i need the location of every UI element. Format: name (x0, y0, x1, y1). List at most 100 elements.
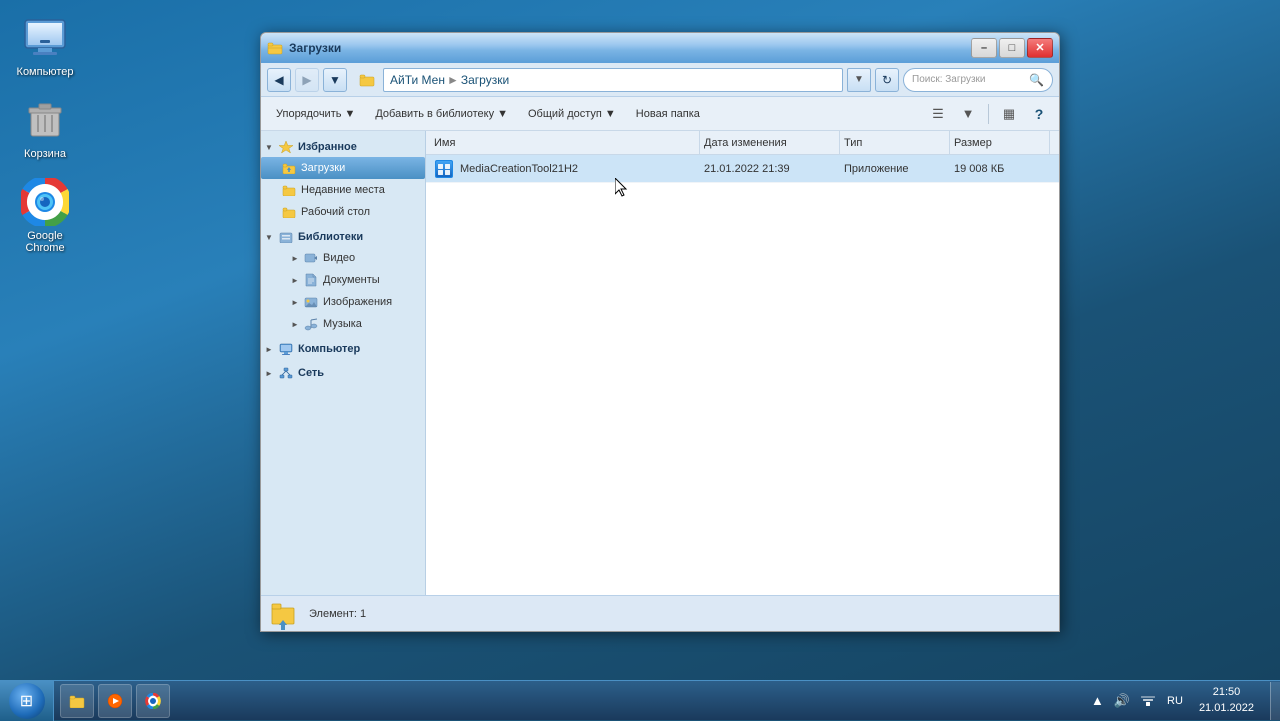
col-header-date[interactable]: Дата изменения (700, 131, 840, 154)
file-app-icon (434, 159, 454, 179)
toolbar-separator (988, 104, 989, 124)
recent-locations-button[interactable]: ▼ (323, 68, 347, 92)
maximize-button[interactable]: □ (999, 38, 1025, 58)
address-bar: ◀ ▶ ▼ АйТи Мен ► Загрузки ▼ ↻ Поиск: Заг… (261, 63, 1059, 97)
add-to-library-button[interactable]: Добавить в библиотеку ▼ (366, 101, 517, 127)
recent-icon (281, 182, 297, 198)
file-date-cell: 21.01.2022 21:39 (700, 163, 840, 175)
docs-icon (303, 272, 319, 288)
system-tray: ▲ 🔊 RU 21:50 21.01.2022 (1080, 681, 1270, 720)
images-icon (303, 294, 319, 310)
taskbar-item-explorer[interactable] (60, 684, 94, 718)
start-button[interactable] (0, 681, 54, 721)
taskbar: ▲ 🔊 RU 21:50 21.01.2022 (0, 680, 1280, 720)
sidebar-item-music[interactable]: ► Музыка (261, 313, 425, 335)
desktop-icons: Компьютер Корзина (10, 10, 80, 258)
tray-language[interactable]: RU (1163, 693, 1187, 709)
sidebar-item-recent[interactable]: Недавние места (261, 179, 425, 201)
downloads-label: Загрузки (301, 162, 345, 174)
preview-pane-button[interactable]: ▦ (995, 101, 1023, 127)
main-area: ▼ Избранное (261, 131, 1059, 595)
address-path[interactable]: АйТи Мен ► Загрузки (383, 68, 843, 92)
forward-button[interactable]: ▶ (295, 68, 319, 92)
taskbar-item-chrome[interactable] (136, 684, 170, 718)
libraries-expand-icon: ▼ (265, 233, 275, 242)
column-headers: Имя Дата изменения Тип Размер (426, 131, 1059, 155)
explorer-window: Загрузки – □ ✕ ◀ ▶ ▼ АйТи Мен ► (260, 32, 1060, 632)
search-placeholder: Поиск: Загрузки (912, 74, 986, 85)
recycle-icon (21, 96, 69, 144)
window-controls: – □ ✕ (971, 38, 1053, 58)
show-desktop-button[interactable] (1270, 682, 1280, 720)
file-name: MediaCreationTool21H2 (460, 163, 578, 175)
col-header-size[interactable]: Размер (950, 131, 1050, 154)
share-dropdown-icon: ▼ (605, 108, 616, 120)
nav-pane: ▼ Избранное (261, 131, 426, 595)
back-button[interactable]: ◀ (267, 68, 291, 92)
video-icon (303, 250, 319, 266)
refresh-button[interactable]: ↻ (875, 68, 899, 92)
view-list-button[interactable]: ☰ (924, 101, 952, 127)
col-header-type[interactable]: Тип (840, 131, 950, 154)
network-header[interactable]: ► Сеть (261, 363, 425, 383)
organize-button[interactable]: Упорядочить ▼ (267, 101, 364, 127)
tray-clock[interactable]: 21:50 21.01.2022 (1191, 683, 1262, 718)
music-expand-icon: ► (291, 320, 301, 329)
tray-volume-icon[interactable]: 🔊 (1111, 691, 1133, 711)
video-expand-icon: ► (291, 254, 301, 263)
chrome-icon-label: Google Chrome (14, 230, 76, 254)
taskbar-media-icon (107, 693, 123, 709)
taskbar-items (54, 681, 1080, 720)
tray-network-icon[interactable] (1137, 691, 1159, 711)
favorites-header[interactable]: ▼ Избранное (261, 137, 425, 157)
view-dropdown-button[interactable]: ▼ (954, 101, 982, 127)
recent-label: Недавние места (301, 184, 385, 196)
tray-show-hidden-icon[interactable]: ▲ (1088, 691, 1107, 710)
desktop-icon-chrome[interactable]: Google Chrome (10, 174, 80, 258)
table-row[interactable]: MediaCreationTool21H2 21.01.2022 21:39 П… (426, 155, 1059, 183)
docs-expand-icon: ► (291, 276, 301, 285)
toolbar-right: ☰ ▼ ▦ ? (924, 101, 1053, 127)
help-button[interactable]: ? (1025, 101, 1053, 127)
computer-icon (21, 14, 69, 62)
music-label: Музыка (323, 318, 362, 330)
share-button[interactable]: Общий доступ ▼ (519, 101, 625, 127)
search-box[interactable]: Поиск: Загрузки 🔍 (903, 68, 1053, 92)
address-dropdown-button[interactable]: ▼ (847, 68, 871, 92)
close-button[interactable]: ✕ (1027, 38, 1053, 58)
desktop-folder-icon (281, 204, 297, 220)
sidebar-item-images[interactable]: ► Изображения (261, 291, 425, 313)
sidebar-item-video[interactable]: ► Видео (261, 247, 425, 269)
network-expand-icon: ► (265, 369, 275, 378)
computer-sidebar-label: Компьютер (298, 343, 360, 355)
path-folder-icon (359, 72, 375, 88)
toolbar: Упорядочить ▼ Добавить в библиотеку ▼ Об… (261, 97, 1059, 131)
minimize-button[interactable]: – (971, 38, 997, 58)
desktop-label: Рабочий стол (301, 206, 370, 218)
col-header-name[interactable]: Имя (430, 131, 700, 154)
network-icon (278, 365, 294, 381)
favorites-star-icon (278, 139, 294, 155)
taskbar-chrome-icon (145, 693, 161, 709)
taskbar-item-media[interactable] (98, 684, 132, 718)
favorites-label: Избранное (298, 141, 357, 153)
sidebar-item-desktop[interactable]: Рабочий стол (261, 201, 425, 223)
desktop-icon-recycle[interactable]: Корзина (10, 92, 80, 164)
video-label: Видео (323, 252, 355, 264)
libraries-icon (278, 229, 294, 245)
new-folder-button[interactable]: Новая папка (627, 101, 709, 127)
docs-label: Документы (323, 274, 380, 286)
empty-area[interactable] (426, 183, 1059, 595)
title-bar: Загрузки – □ ✕ (261, 33, 1059, 63)
computer-icon-label: Компьютер (17, 66, 74, 78)
status-bar: Элемент: 1 (261, 595, 1059, 631)
sidebar-item-downloads[interactable]: Загрузки (261, 157, 425, 179)
music-icon (303, 316, 319, 332)
path-current: Загрузки (461, 73, 509, 87)
favorites-expand-icon: ▼ (265, 143, 275, 152)
computer-header[interactable]: ► Компьютер (261, 339, 425, 359)
libraries-header[interactable]: ▼ Библиотеки (261, 227, 425, 247)
desktop-icon-computer[interactable]: Компьютер (10, 10, 80, 82)
nav-section-computer: ► Компьютер (261, 339, 425, 359)
sidebar-item-docs[interactable]: ► Документы (261, 269, 425, 291)
